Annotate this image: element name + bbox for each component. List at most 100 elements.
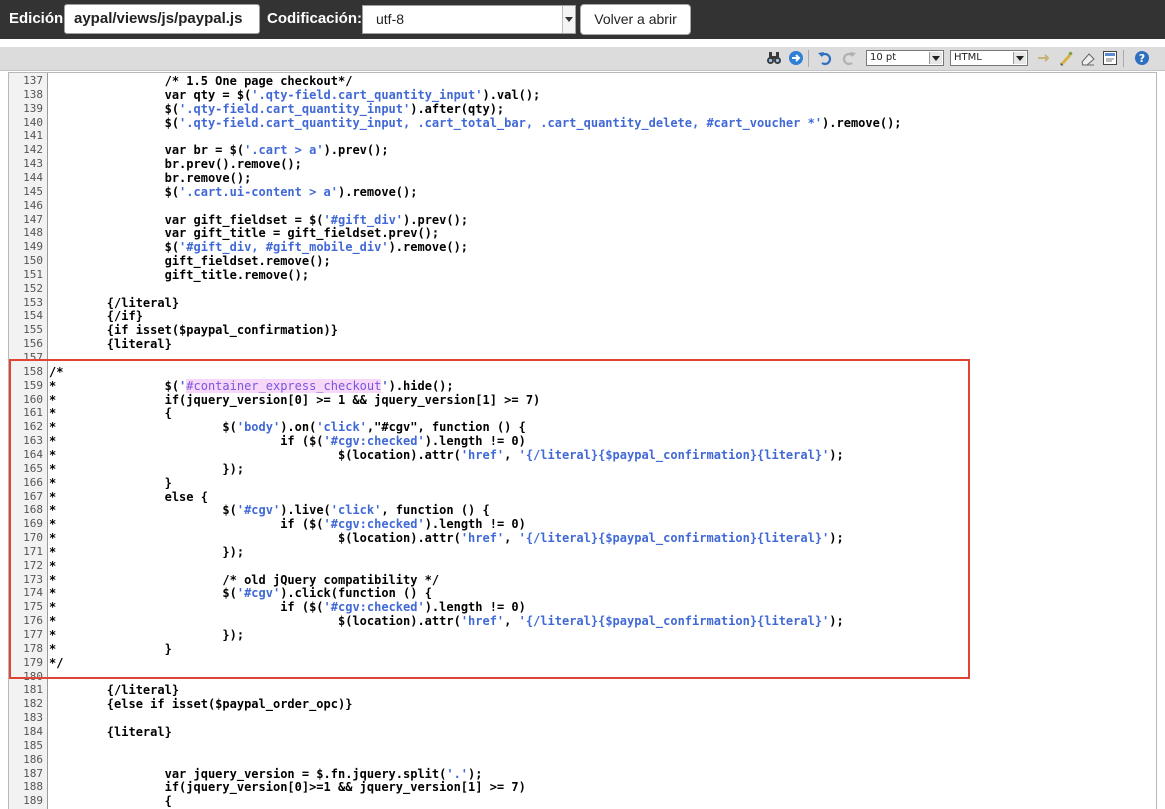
- line-number: 171: [23, 544, 43, 558]
- line-number: 141: [23, 129, 43, 143]
- edit-label: Edición:: [9, 10, 69, 27]
- toggle-editor-icon[interactable]: [1102, 50, 1118, 66]
- code-text: /*: [49, 364, 64, 379]
- code-text: {else if isset($paypal_order_opc)}: [49, 697, 353, 712]
- line-number: 150: [23, 254, 43, 268]
- code-text: * {: [49, 406, 172, 421]
- code-line: 178 * }: [9, 642, 1149, 656]
- dropdown-arrow-icon[interactable]: [562, 6, 575, 33]
- line-number: 140: [23, 115, 43, 129]
- file-path-field[interactable]: aypal/views/js/paypal.js: [64, 4, 260, 34]
- code-line: 147 var gift_fieldset = $('#gift_div').p…: [9, 213, 1149, 227]
- code-line: 161 * {: [9, 406, 1149, 420]
- chevron-down-icon: [1013, 52, 1026, 64]
- code-line: 138 var qty = $('.qty-field.cart_quantit…: [9, 88, 1149, 102]
- line-number: 157: [23, 351, 43, 364]
- fullscreen-icon[interactable]: [1036, 50, 1052, 66]
- code-editor[interactable]: 137 /* 1.5 One page checkout*/138 var qt…: [8, 72, 1157, 809]
- line-number: 186: [23, 752, 43, 766]
- code-line: 159 * $('#container_express_checkout').hi…: [9, 378, 1149, 393]
- goto-line-icon[interactable]: [788, 50, 804, 66]
- editor-header-bar: Edición: aypal/views/js/paypal.js Codifi…: [0, 0, 1165, 39]
- code-line: 137 /* 1.5 One page checkout*/: [9, 74, 1149, 88]
- redo-icon[interactable]: [841, 50, 857, 66]
- code-text: gift_title.remove();: [49, 267, 310, 282]
- line-number: 168: [23, 503, 43, 517]
- highlight-icon[interactable]: [1058, 50, 1074, 66]
- code-line: 139 $('.qty-field.cart_quantity_input').…: [9, 102, 1149, 116]
- line-number: 180: [23, 669, 43, 683]
- line-number: 143: [23, 157, 43, 171]
- code-line: 164 * $(location).attr('href', '{/literal…: [9, 448, 1149, 462]
- code-text: if(jquery_version[0]>=1 && jquery_versio…: [49, 780, 526, 795]
- code-text: var gift_fieldset = $('#gift_div').prev(…: [49, 212, 469, 227]
- code-line: 170 * $(location).attr('href', '{/literal…: [9, 531, 1149, 545]
- undo-icon[interactable]: [817, 50, 833, 66]
- code-line: 145 $('.cart.ui-content > a').remove();: [9, 185, 1149, 199]
- line-number: 166: [23, 475, 43, 489]
- code-line: 167 * else {: [9, 490, 1149, 504]
- code-text: var gift_title = gift_fieldset.prev();: [49, 226, 440, 241]
- line-number: 151: [23, 267, 43, 281]
- line-number: 161: [23, 406, 43, 420]
- code-text: $('.qty-field.cart_quantity_input, .cart…: [49, 115, 902, 130]
- code-line: 153 {/literal}: [9, 296, 1149, 310]
- code-line: 150 gift_fieldset.remove();: [9, 254, 1149, 268]
- code-line: 188 if(jquery_version[0]>=1 && jquery_ve…: [9, 780, 1149, 794]
- line-number: 179: [23, 655, 43, 669]
- code-text: *: [49, 558, 57, 573]
- help-icon[interactable]: ?: [1134, 50, 1150, 66]
- code-text: * $('#cgv').live('click', function () {: [49, 503, 490, 518]
- code-line: 156 {literal}: [9, 337, 1149, 351]
- font-size-select[interactable]: 10 pt: [866, 50, 944, 66]
- encoding-select[interactable]: utf-8: [362, 5, 576, 34]
- line-number: 170: [23, 531, 43, 545]
- code-text: */: [49, 655, 64, 670]
- line-number: 158: [23, 364, 43, 378]
- code-line: 146: [9, 199, 1149, 213]
- reset-icon[interactable]: [1080, 50, 1096, 66]
- code-line: 185: [9, 739, 1149, 753]
- line-number: 167: [23, 489, 43, 503]
- syntax-select[interactable]: HTML: [950, 50, 1028, 66]
- code-line: 183: [9, 711, 1149, 725]
- code-line: 160 * if(jquery_version[0] >= 1 && jquery…: [9, 393, 1149, 407]
- line-number: 154: [23, 309, 43, 323]
- code-text: * });: [49, 628, 245, 642]
- binoculars-icon[interactable]: [766, 50, 782, 66]
- line-number: 149: [23, 240, 43, 254]
- line-number: 148: [23, 226, 43, 240]
- code-line: 166 * }: [9, 476, 1149, 490]
- code-text: {/literal}: [49, 683, 180, 698]
- code-line: 175 * if ($('#cgv:checked').length != 0): [9, 600, 1149, 614]
- line-number: 172: [23, 558, 43, 572]
- line-number: 153: [23, 295, 43, 309]
- line-number: 184: [23, 724, 43, 738]
- code-text: * $('#cgv').click(function () {: [49, 586, 432, 601]
- line-number: 142: [23, 143, 43, 157]
- code-line: 172 *: [9, 559, 1149, 573]
- code-text: * $('body').on('click',"#cgv", function …: [49, 420, 526, 435]
- encoding-label: Codificación:: [267, 10, 363, 27]
- code-text: * });: [49, 544, 245, 559]
- line-number: 139: [23, 101, 43, 115]
- code-text: * }: [49, 475, 172, 490]
- code-text: gift_fieldset.remove();: [49, 254, 331, 269]
- code-line: 152: [9, 282, 1149, 296]
- line-number: 159: [23, 378, 43, 392]
- code-text: * if ($('#cgv:checked').length != 0): [49, 434, 526, 449]
- code-line: 184 {literal}: [9, 725, 1149, 739]
- code-line: 173 * /* old jQuery compatibility */: [9, 573, 1149, 587]
- code-text: $('.qty-field.cart_quantity_input').afte…: [49, 101, 505, 116]
- chevron-down-icon: [929, 52, 942, 64]
- code-line: 181 {/literal}: [9, 683, 1149, 697]
- code-text: * if ($('#cgv:checked').length != 0): [49, 600, 526, 615]
- reopen-button[interactable]: Volver a abrir: [580, 4, 691, 35]
- line-number: 164: [23, 447, 43, 461]
- line-number: 188: [23, 780, 43, 794]
- code-text: $('.cart.ui-content > a').remove();: [49, 184, 418, 199]
- line-number: 178: [23, 641, 43, 655]
- code-text: * if ($('#cgv:checked').length != 0): [49, 517, 526, 532]
- code-text: var jquery_version = $.fn.jquery.split('…: [49, 766, 483, 781]
- code-line: 151 gift_title.remove();: [9, 268, 1149, 282]
